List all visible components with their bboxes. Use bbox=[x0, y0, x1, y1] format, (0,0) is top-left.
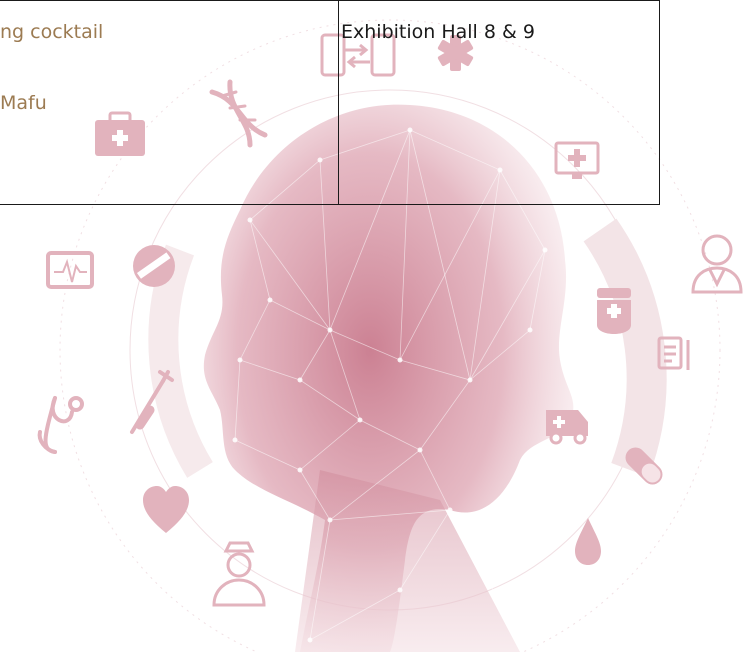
pill-icon bbox=[133, 245, 175, 287]
table-top-border bbox=[0, 0, 660, 1]
heart-icon bbox=[143, 486, 189, 533]
table-bottom-border bbox=[0, 204, 660, 205]
nurse-icon bbox=[212, 541, 266, 607]
doctor-icon bbox=[691, 234, 743, 294]
event-title-line: ng cocktail bbox=[0, 21, 104, 43]
event-venue: Exhibition Hall 8 & 9 bbox=[341, 21, 535, 43]
blood-drop-icon bbox=[575, 518, 601, 565]
schedule-table: ng cocktail Mafu Exhibition Hall 8 & 9 bbox=[0, 0, 660, 205]
stethoscope-icon bbox=[37, 396, 84, 454]
table-right-border bbox=[659, 0, 660, 205]
event-host-line: Mafu bbox=[0, 92, 47, 114]
table-column-divider bbox=[338, 0, 339, 205]
medicine-bottle-icon bbox=[597, 288, 631, 334]
ambulance-icon bbox=[546, 410, 588, 445]
ecg-monitor-icon bbox=[46, 251, 94, 289]
